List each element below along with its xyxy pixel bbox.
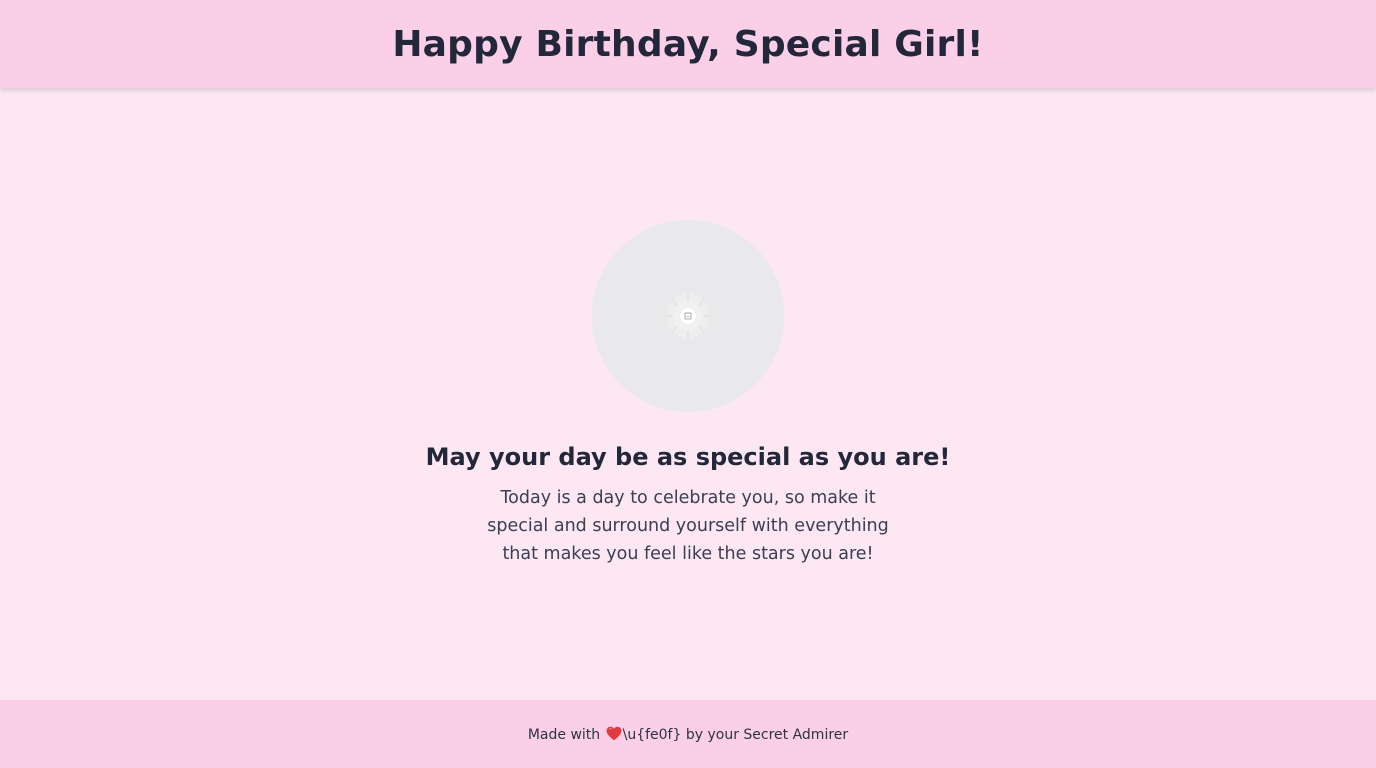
footer-prefix: Made with [527,726,605,743]
footer-bar: Made with \u{fe0f} by your Secret Admire… [0,700,1376,768]
header-bar: Happy Birthday, Special Girl! [0,0,1376,88]
message-title: May your day be as special as you are! [425,443,951,471]
photo-placeholder [592,220,784,412]
red-heart-icon [606,726,622,740]
image-loading-icon [665,293,711,339]
footer-suffix: \u{fe0f} by your Secret Admirer [622,726,849,743]
main-content: May your day be as special as you are! T… [0,88,1376,700]
birthday-page: Happy Birthday, Special Girl! May your d… [0,0,1376,768]
message-body: Today is a day to celebrate you, so make… [487,488,889,564]
page-title: Happy Birthday, Special Girl! [392,23,984,65]
footer-credit: Made with \u{fe0f} by your Secret Admire… [528,726,848,743]
